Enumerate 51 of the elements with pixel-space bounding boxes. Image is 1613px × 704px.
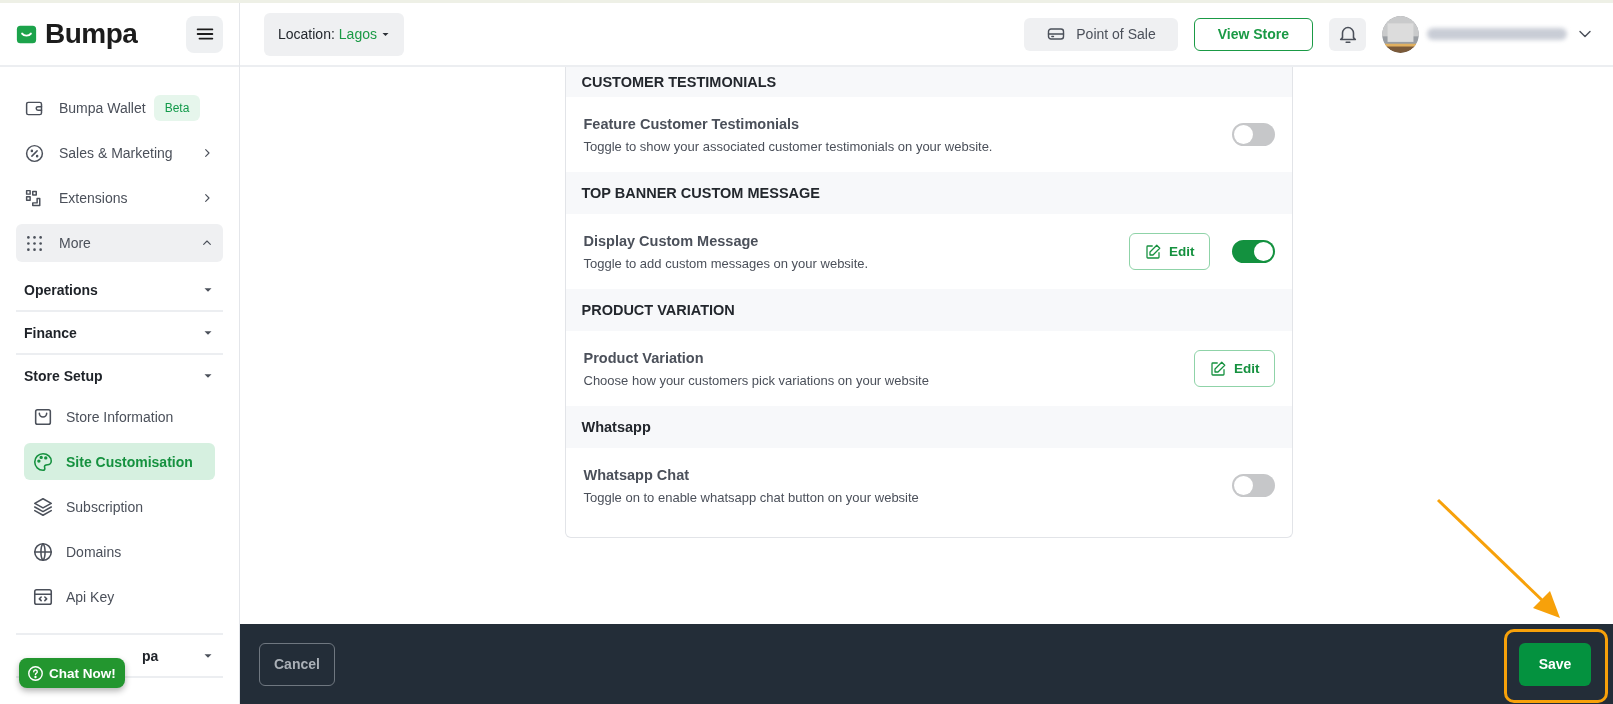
layers-icon — [32, 495, 54, 518]
setting-description: Choose how your customers pick variations on your website — [583, 372, 930, 388]
setting-description: Toggle to add custom messages on your website. — [583, 255, 870, 271]
setting-title: Feature Customer Testimonials — [583, 115, 801, 132]
sidebar-item[interactable]: Subscription — [24, 488, 215, 525]
nav-item[interactable]: More — [16, 224, 223, 262]
nav-label: Bumpa Wallet — [59, 100, 146, 116]
setting-description: Toggle to show your associated customer testimonials on your website. — [583, 138, 994, 154]
sidebar-item[interactable]: Domains — [24, 533, 215, 570]
location-dropdown[interactable]: Location: Lagos — [264, 12, 404, 56]
edit-button[interactable]: Edit — [1194, 350, 1275, 387]
help-icon — [27, 664, 44, 682]
logo-text: Bumpa — [45, 18, 138, 50]
sidebar-item[interactable]: Store Information — [24, 398, 215, 435]
toggle-switch[interactable] — [1231, 240, 1275, 263]
percent-icon — [24, 142, 45, 164]
sidebar-item[interactable]: Api Key — [24, 578, 215, 615]
chat-now-button[interactable]: Chat Now! — [19, 658, 125, 688]
setting-title: Whatsapp Chat — [583, 466, 691, 483]
section-heading: Whatsapp — [581, 419, 651, 435]
view-store-button[interactable]: View Store — [1193, 17, 1313, 51]
nav-label: Extensions — [59, 190, 128, 206]
section-heading: TOP BANNER CUSTOM MESSAGE — [581, 185, 820, 201]
nav-label: More — [59, 235, 91, 251]
nav-item[interactable]: Sales & Marketing — [16, 134, 223, 172]
setting-description: Toggle on to enable whatsapp chat button on your website — [583, 489, 920, 505]
globe-icon — [32, 540, 54, 563]
section-heading: PRODUCT VARIATION — [581, 302, 735, 318]
nav-item[interactable]: Bumpa Wallet Beta — [16, 89, 223, 127]
notifications-button[interactable] — [1329, 17, 1366, 51]
section-heading: CUSTOMER TESTIMONIALS — [581, 74, 777, 90]
section-header[interactable]: Finance — [24, 324, 77, 341]
edit-button[interactable]: Edit — [1129, 233, 1210, 270]
section-header[interactable]: Operations — [24, 281, 98, 298]
setting-title: Product Variation — [583, 349, 705, 366]
nav-label: Sales & Marketing — [59, 145, 173, 161]
logo-icon — [16, 23, 37, 45]
section-header[interactable]: pa — [142, 647, 159, 664]
toggle-switch[interactable] — [1231, 123, 1275, 146]
section-header[interactable]: Store Setup — [24, 367, 103, 384]
cancel-button[interactable]: Cancel — [259, 642, 335, 686]
edit-icon — [1144, 242, 1162, 261]
beta-badge: Beta — [153, 95, 201, 121]
setting-title: Display Custom Message — [583, 232, 760, 249]
palette-icon — [32, 450, 54, 473]
toggle-switch[interactable] — [1231, 474, 1275, 497]
menu-button[interactable] — [186, 15, 223, 53]
edit-icon — [1209, 359, 1227, 378]
nav-item[interactable]: Extensions — [16, 179, 223, 217]
point-of-sale-button[interactable]: Point of Sale — [1024, 17, 1178, 51]
save-button[interactable]: Save — [1519, 642, 1591, 686]
